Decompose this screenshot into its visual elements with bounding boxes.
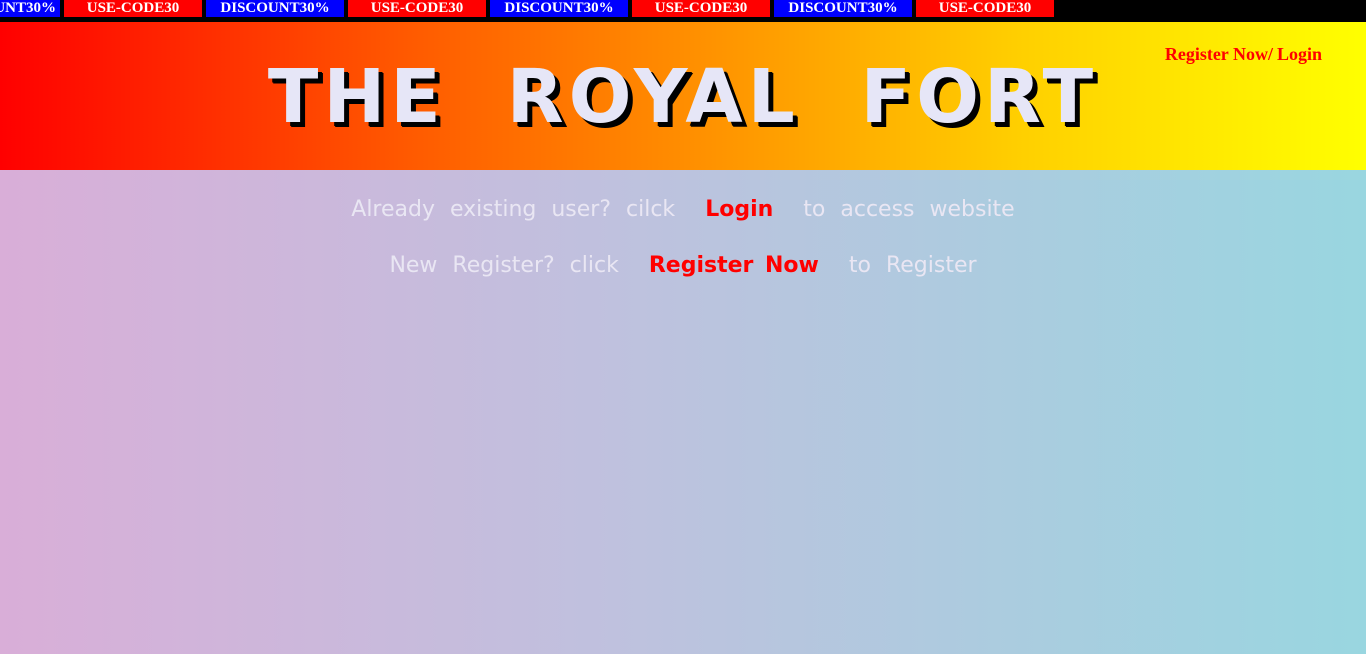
promo-item: USE-CODE30 [916, 0, 1054, 17]
promo-item: USE-CODE30 [632, 0, 770, 17]
new-user-message: New Register? click Register Now to Regist… [0, 253, 1366, 278]
new-user-suffix: to Register [848, 253, 977, 278]
site-title: THE ROYAL FORT [267, 54, 1099, 140]
promo-item: DISCOUNT30% [774, 0, 912, 17]
header-banner: THE ROYAL FORT Register Now/Login [0, 22, 1366, 170]
new-user-prefix: New Register? click [389, 253, 619, 278]
existing-user-suffix: to access website [803, 197, 1015, 222]
header-login-link[interactable]: Login [1277, 44, 1322, 64]
promo-item: USE-CODE30 [64, 0, 202, 17]
register-now-link[interactable]: Register Now [649, 253, 819, 278]
promo-ticker-track: UNT30% USE-CODE30 DISCOUNT30% USE-CODE30… [0, 0, 1058, 17]
promo-item: UNT30% [0, 0, 60, 17]
promo-item: DISCOUNT30% [490, 0, 628, 17]
promo-ticker: UNT30% USE-CODE30 DISCOUNT30% USE-CODE30… [0, 0, 1366, 22]
login-link[interactable]: Login [705, 197, 773, 222]
existing-user-message: Already existing user? cilck Login to acce… [0, 197, 1366, 222]
header-auth-links: Register Now/Login [1165, 44, 1322, 65]
header-register-link[interactable]: Register Now/ [1165, 44, 1273, 64]
promo-item: USE-CODE30 [348, 0, 486, 17]
promo-item: DISCOUNT30% [206, 0, 344, 17]
existing-user-prefix: Already existing user? cilck [351, 197, 676, 222]
